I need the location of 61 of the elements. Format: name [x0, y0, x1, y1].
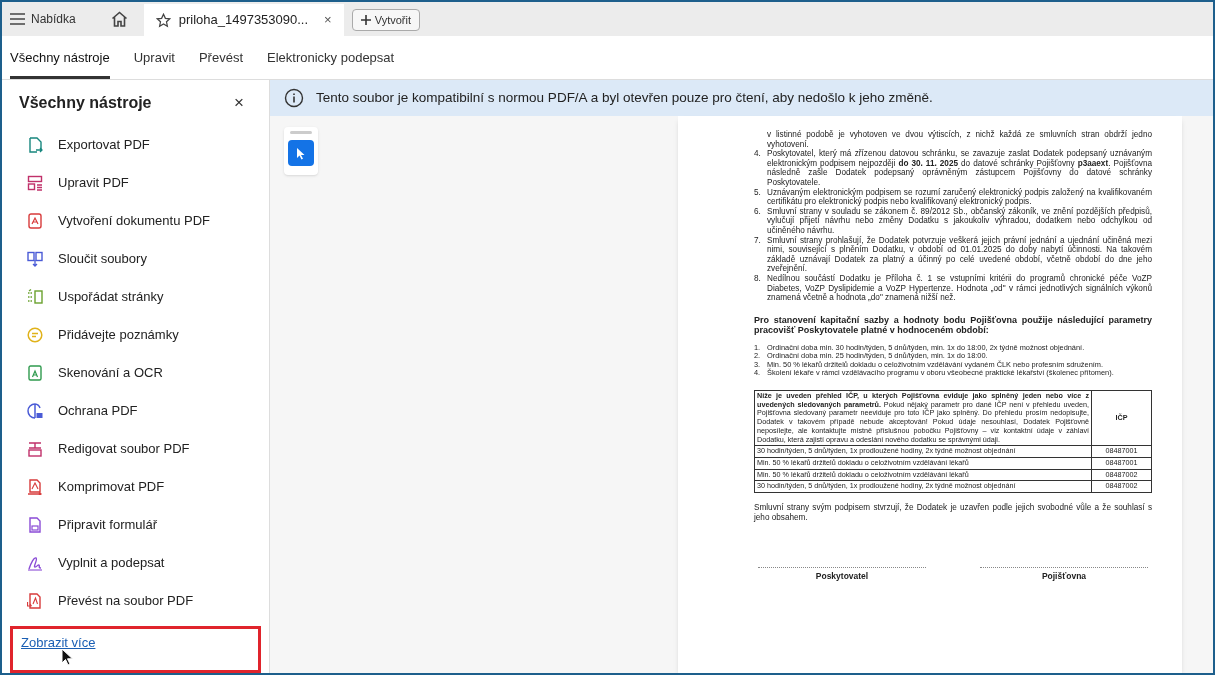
section-heading: Pro stanovení kapitační sazby a hodnoty bodu Pojišťovna použije následující parametry pracovišť Poskytovatele platné v hodnoceném období:	[754, 314, 1152, 336]
clause-text: Smluvní strany prohlašují, že Dodatek potvrzuje veškerá jejich právní jednání a ujednání učiněná mezi nimi, související s plněním Dodatku, v období od 01.01.2025 do doby nabytí účinnosti. Na takovém základě uznávají Dodatek za platný a účinný po celé uvedené období, včetně období do dne jeho zveřejnění.	[767, 235, 1152, 274]
show-more-link[interactable]: Zobrazit více	[21, 633, 96, 653]
closing-paragraph: Smluvní strany svým podpisem stvrzují, že Dodatek je uzavřen podle jejich svobodné vůle a že souhlasí s jeho obsahem.	[754, 503, 1152, 524]
signature-label: Poskytovatel	[815, 570, 869, 583]
star-icon	[155, 12, 171, 28]
clause-text: Uznávaným elektronickým podpisem se rozumí zaručený elektronický podpis založený na kvalifikovaném certifikátu pro elektronický podpis nebo kvalifikovaný elektronický podpis.	[767, 187, 1152, 207]
tool-item[interactable]: Exportovat PDF	[2, 126, 269, 165]
tool-item[interactable]: Komprimovat PDF	[2, 468, 269, 507]
sidebar-title: Všechny nástroje	[19, 93, 152, 114]
item-number: 7.	[754, 235, 762, 247]
clause-text: Smluvní strany v souladu se zákonem č. 89/2012 Sb., občanský zákoník, ve znění pozdějších předpisů, vylučují přijetí návrhu nebo změny Dodatku s jakoukoliv výhradou, dodatkem nebo odchylkou od učiněného návrhu.	[767, 206, 1152, 236]
select-tool-button[interactable]	[288, 140, 314, 166]
shield-lock-icon	[27, 403, 43, 420]
clause-text: v listinné podobě je vyhotoven ve dvou výtiscích, z nichž každá ze smluvních stran obdrží jedno vyhotovení.	[767, 130, 1152, 150]
signature-label: Pojišťovna	[1041, 570, 1087, 583]
tool-item[interactable]: Připravit formulář	[2, 506, 269, 545]
toolbar-tab[interactable]: Upravit	[133, 36, 175, 79]
redact-icon	[27, 441, 43, 458]
tool-item[interactable]: Skenování a OCR	[2, 354, 269, 393]
tool-item[interactable]: Upravit PDF	[2, 164, 269, 203]
document-tab[interactable]: priloha_1497353090... ×	[143, 4, 344, 36]
item-number: 6.	[754, 206, 762, 218]
tool-item[interactable]: Přidávejte poznámky	[2, 316, 269, 355]
tool-item[interactable]: Uspořádat stránky	[2, 278, 269, 317]
cursor-icon	[296, 146, 306, 160]
document-icon	[27, 213, 43, 230]
tool-item[interactable]: Převést na soubor PDF	[2, 582, 269, 621]
info-icon	[284, 88, 304, 108]
item-number: 5.	[754, 187, 762, 199]
toolbar-tab[interactable]: Převést	[198, 36, 243, 79]
plus-icon	[360, 15, 371, 25]
create-button[interactable]: Vytvořit	[351, 9, 420, 31]
signature-icon	[27, 555, 43, 572]
pages-icon	[27, 289, 43, 306]
tool-item[interactable]: Vyplnit a podepsat	[2, 544, 269, 583]
comment-icon	[27, 327, 43, 344]
toolbar-tab[interactable]: Elektronicky podepsat	[267, 36, 395, 79]
close-button[interactable]: ×	[234, 90, 244, 116]
tool-item[interactable]: Ochrana PDF	[2, 392, 269, 431]
item-number: 4.	[754, 149, 762, 161]
menu-icon	[10, 13, 25, 25]
tab-title: priloha_1497353090...	[178, 11, 309, 30]
clause-text: Nedílnou součástí Dodatku je Příloha č. 1 se vstupními kritérii do programů chronické péče VoZP Diabetes, VoZP Dyslipidemie a VoZP Hypertenze. Hodnota „od" v rámci jednotlivých signálních výkonů znamená včetně a hodnota „do" znamená nižší než.	[767, 273, 1152, 303]
form-icon	[27, 517, 43, 534]
tool-item[interactable]: Sloučit soubory	[2, 240, 269, 279]
tool-item[interactable]: Vytvoření dokumentu PDF	[2, 202, 269, 241]
scan-icon	[27, 365, 43, 382]
close-tab-button[interactable]: ×	[324, 10, 332, 30]
mouse-pointer-icon	[61, 648, 74, 667]
banner-text: Tento soubor je kompatibilní s normou PDF/A a byl otevřen pouze pro čtení, aby nedošlo k jeho změně.	[316, 88, 933, 107]
convert-icon	[27, 593, 43, 610]
home-icon	[111, 11, 129, 27]
item-number: 8.	[754, 273, 762, 285]
export-icon	[27, 137, 43, 154]
tool-item[interactable]: Redigovat soubor PDF	[2, 430, 269, 469]
clause-text: Poskytovatel, který má zřízenou datovou schránku, se zavazuje zaslat Dodatek podepsaný uznávaným elektronickým podpisem nejpozději do 30. 11. 2025 do datové schránky Pojišťovny p3aaext. Pojišťovna následně zašle Dodatek podepsaný oprávněným zástupcem Pojišťovny do datové schránky Poskytovatele.	[767, 149, 1152, 188]
menu-button[interactable]: Nabídka	[2, 2, 84, 36]
layout-icon	[27, 175, 43, 192]
merge-icon	[27, 251, 43, 268]
compress-icon	[27, 479, 43, 496]
